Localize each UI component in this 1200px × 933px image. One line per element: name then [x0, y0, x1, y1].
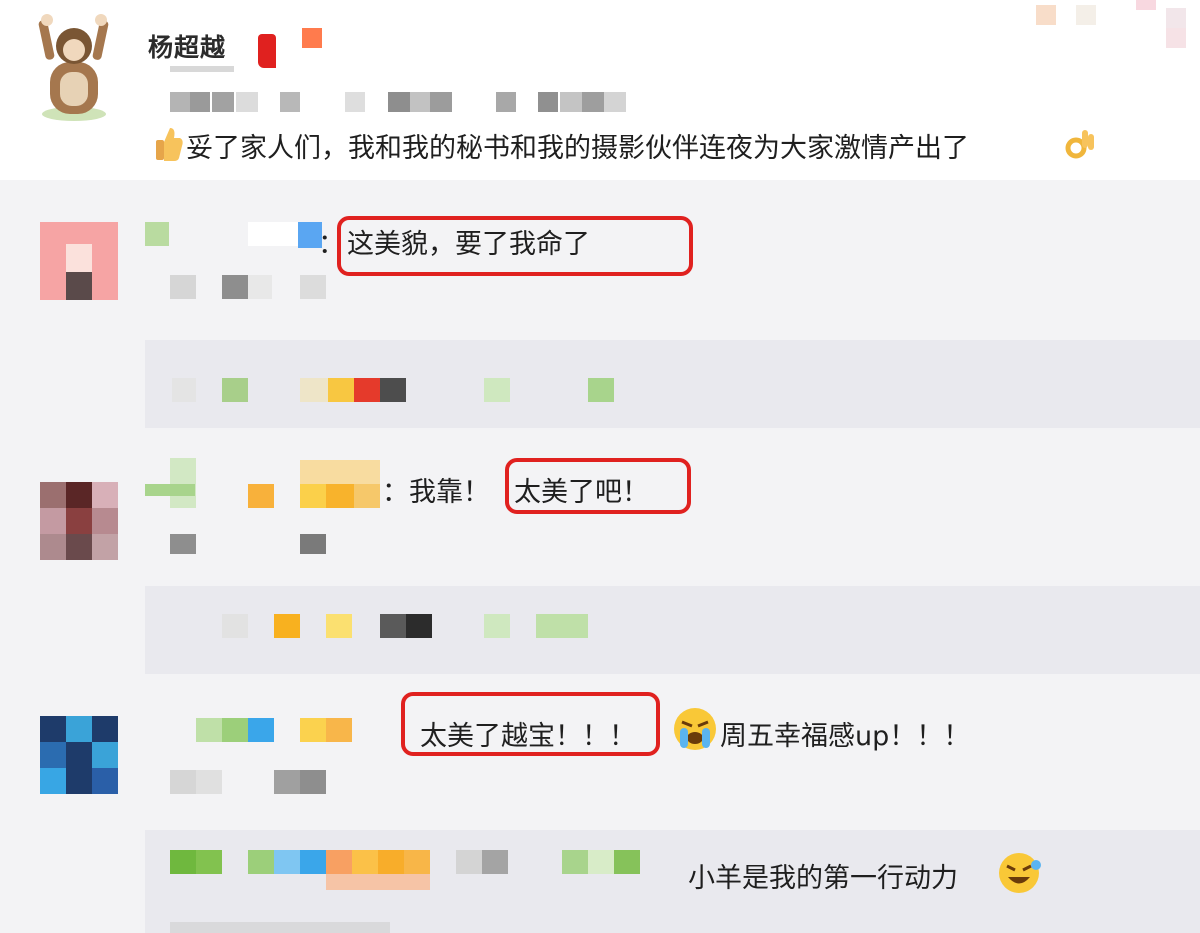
thumbs-up-icon — [156, 128, 183, 161]
blurred-username-3[interactable] — [196, 718, 222, 742]
highlight-box-3 — [401, 692, 660, 756]
blurred-username-2[interactable] — [170, 458, 196, 508]
level-badge-icon — [302, 28, 322, 48]
vip-badge-icon — [258, 34, 276, 68]
blurred-reply-1 — [172, 378, 196, 402]
crying-face-icon — [674, 708, 716, 750]
blurred-bottom-row — [170, 922, 390, 933]
commenter-avatar-3[interactable] — [40, 716, 118, 794]
post-text: 妥了家人们，我和我的秘书和我的摄影伙伴连夜为大家激情产出了 — [186, 133, 969, 164]
laughing-crying-face-icon — [999, 853, 1041, 893]
blurred-reply-3 — [170, 850, 196, 874]
highlight-box-2 — [505, 458, 691, 514]
author-name[interactable]: 杨超越 — [148, 28, 226, 64]
author-avatar[interactable] — [38, 14, 110, 122]
blurred-username-1[interactable] — [145, 222, 169, 246]
blurred-reply-2 — [222, 614, 248, 638]
name-underline — [170, 66, 234, 72]
blurred-corner — [1036, 5, 1056, 25]
commenter-avatar-2[interactable] — [40, 482, 118, 560]
reply-text-3: 小羊是我的第一行动力 — [688, 863, 958, 894]
reply-panel-2[interactable] — [145, 586, 1200, 674]
comment-text-2-prefix: ：我靠！ — [382, 477, 490, 508]
commenter-avatar-1[interactable] — [40, 222, 118, 300]
blurred-metadata — [170, 92, 190, 112]
highlight-box-1 — [337, 216, 693, 276]
ok-hand-icon — [1065, 130, 1094, 159]
comment-text-3-suffix: 周五幸福感up！！！ — [720, 721, 971, 752]
